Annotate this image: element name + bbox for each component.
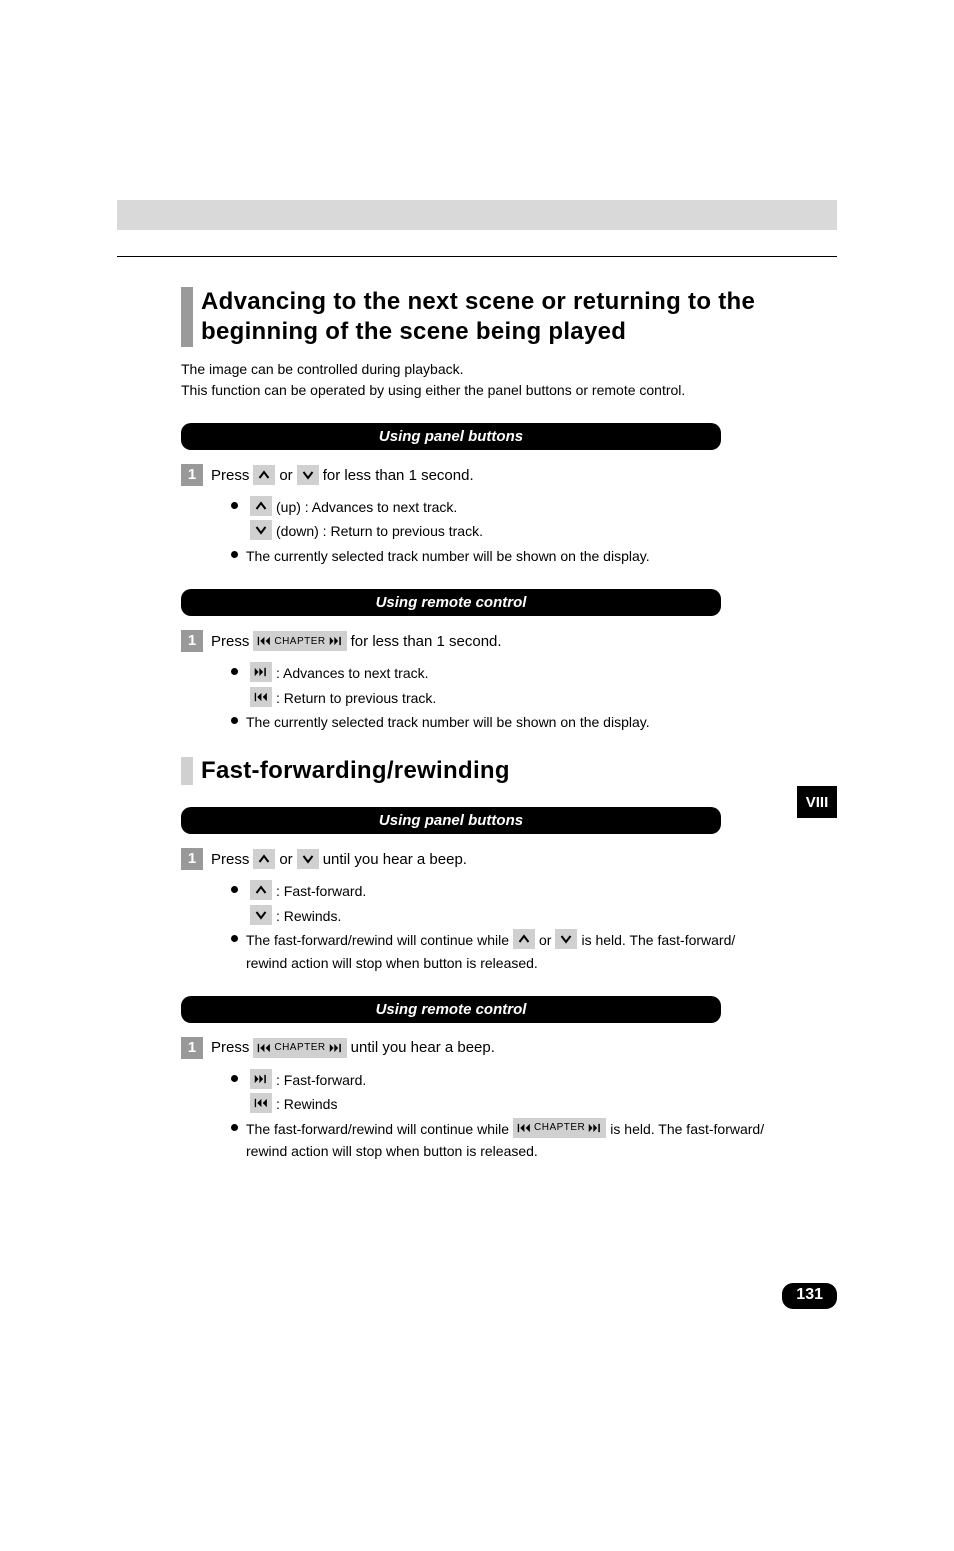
step-text-post: until you hear a beep.: [323, 851, 467, 868]
step-text-pre: Press: [211, 851, 249, 868]
bullet-text-line2: rewind action will stop when button is r…: [231, 1140, 837, 1162]
up-button-icon: [253, 849, 275, 869]
header-gray-bar: [117, 200, 837, 230]
bullet-text: The currently selected track number will…: [246, 711, 650, 733]
step-text-post: for less than 1 second.: [351, 633, 502, 650]
bullet-dot: [231, 717, 238, 724]
bullet-text: The fast-forward/rewind will continue wh…: [246, 1118, 509, 1140]
section-heading-2: Fast-forwarding/rewinding: [201, 757, 837, 785]
step-row-2-remote: 1 Press CHAPTER until you hear a beep.: [181, 1037, 837, 1059]
bullet-text: (up) : Advances to next track.: [276, 496, 457, 518]
pill-bar-remote-2: Using remote control: [181, 996, 721, 1023]
bullet-spacer: [231, 526, 238, 533]
bullets-2-remote: : Fast-forward. : Rewinds The fast-forwa…: [231, 1069, 837, 1163]
chapter-button-icon: CHAPTER: [513, 1118, 606, 1138]
bullet-text: The fast-forward/rewind will continue wh…: [246, 929, 509, 951]
up-button-icon: [253, 465, 275, 485]
step-number: 1: [181, 1037, 203, 1059]
step-text-post: until you hear a beep.: [351, 1039, 495, 1056]
step-text-mid: or: [279, 851, 292, 868]
step-text-pre: Press: [211, 633, 249, 650]
bullet-dot: [231, 551, 238, 558]
section1-intro-1: The image can be controlled during playb…: [181, 359, 837, 380]
up-button-icon: [250, 880, 272, 900]
bullet-dot: [231, 1075, 238, 1082]
bullet-text: (down) : Return to previous track.: [276, 520, 483, 542]
pill-bar-remote-1: Using remote control: [181, 589, 721, 616]
bullet-dot: [231, 886, 238, 893]
page-content: Advancing to the next scene or returning…: [117, 257, 837, 1162]
bullet-spacer: [231, 911, 238, 918]
bullet-text: : Fast-forward.: [276, 1069, 366, 1091]
bullet-dot: [231, 935, 238, 942]
step-number: 1: [181, 630, 203, 652]
section-heading-1-wrap: Advancing to the next scene or returning…: [181, 287, 837, 347]
step-number: 1: [181, 464, 203, 486]
bullet-text: The currently selected track number will…: [246, 545, 650, 567]
bullet-text: : Fast-forward.: [276, 880, 366, 902]
pill-bar-panel-2: Using panel buttons: [181, 807, 721, 834]
skip-prev-icon: [250, 687, 272, 707]
bullet-spacer: [231, 693, 238, 700]
pill-bar-panel-1: Using panel buttons: [181, 423, 721, 450]
step-row-2-panel: 1 Press or until you hear a beep.: [181, 848, 837, 870]
section-heading-2-wrap: Fast-forwarding/rewinding: [181, 757, 837, 785]
step-text-pre: Press: [211, 467, 249, 484]
bullet-text: or: [539, 929, 551, 951]
section-tab: VIII: [797, 786, 837, 818]
skip-prev-icon: [250, 1093, 272, 1113]
skip-next-icon: [250, 1069, 272, 1089]
down-button-icon: [250, 520, 272, 540]
bullet-text: : Rewinds.: [276, 905, 341, 927]
step-row-1-panel: 1 Press or for less than 1 second.: [181, 464, 837, 486]
bullet-text: is held. The fast-forward/: [610, 1118, 764, 1140]
bullet-text: : Advances to next track.: [276, 662, 429, 684]
bullets-1-remote: : Advances to next track. : Return to pr…: [231, 662, 837, 733]
down-button-icon: [297, 465, 319, 485]
bullet-dot: [231, 1124, 238, 1131]
page-number: 131: [782, 1283, 837, 1309]
step-row-1-remote: 1 Press CHAPTER for less than 1 second.: [181, 630, 837, 652]
down-button-icon: [250, 905, 272, 925]
chapter-button-icon: CHAPTER: [253, 1038, 346, 1058]
bullet-text: : Rewinds: [276, 1093, 337, 1115]
step-text-mid: or: [279, 467, 292, 484]
down-button-icon: [297, 849, 319, 869]
up-button-icon: [250, 496, 272, 516]
chapter-button-icon: CHAPTER: [253, 631, 346, 651]
bullet-text-line2: rewind action will stop when button is r…: [231, 952, 837, 974]
step-number: 1: [181, 848, 203, 870]
bullet-dot: [231, 668, 238, 675]
bullet-spacer: [231, 1099, 238, 1106]
step-text-post: for less than 1 second.: [323, 467, 474, 484]
skip-next-icon: [250, 662, 272, 682]
bullets-1-panel: (up) : Advances to next track. (down) : …: [231, 496, 837, 567]
up-button-icon: [513, 929, 535, 949]
section-heading-1: Advancing to the next scene or returning…: [201, 287, 837, 347]
bullets-2-panel: : Fast-forward. : Rewinds. The fast-forw…: [231, 880, 837, 974]
section1-intro-2: This function can be operated by using e…: [181, 380, 837, 401]
bullet-text: is held. The fast-forward/: [581, 929, 735, 951]
bullet-text: : Return to previous track.: [276, 687, 436, 709]
step-text-pre: Press: [211, 1039, 249, 1056]
down-button-icon: [555, 929, 577, 949]
bullet-dot: [231, 502, 238, 509]
